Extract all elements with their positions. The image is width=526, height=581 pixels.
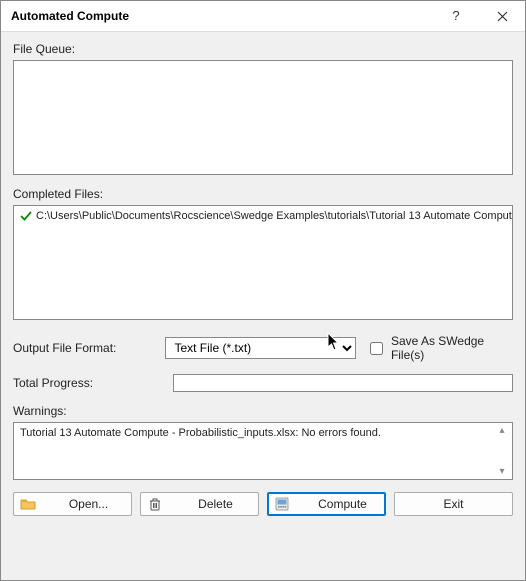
folder-open-icon (20, 496, 36, 512)
save-as-swedge-checkbox[interactable]: Save As SWedge File(s) (366, 334, 513, 362)
close-button[interactable] (479, 1, 525, 32)
file-queue-label: File Queue: (13, 42, 513, 56)
delete-button-label: Delete (179, 497, 252, 511)
completed-files-label: Completed Files: (13, 187, 513, 201)
open-button-label: Open... (52, 497, 125, 511)
file-queue-list[interactable] (13, 60, 513, 175)
compute-button-label: Compute (306, 497, 379, 511)
button-row: Open... Delete Compute Exit (13, 490, 513, 522)
save-as-swedge-input[interactable] (370, 342, 383, 355)
total-progress-label: Total Progress: (13, 376, 163, 390)
exit-button[interactable]: Exit (394, 492, 513, 516)
help-button[interactable]: ? (433, 1, 479, 32)
compute-button[interactable]: Compute (267, 492, 386, 516)
checkmark-icon (20, 210, 32, 222)
output-format-select[interactable]: Text File (*.txt) (165, 337, 355, 359)
warnings-scroll[interactable]: ▴ ▾ (494, 425, 510, 477)
delete-button[interactable]: Delete (140, 492, 259, 516)
completed-files-list[interactable]: C:\Users\Public\Documents\Rocscience\Swe… (13, 205, 513, 320)
output-format-label: Output File Format: (13, 341, 155, 355)
chevron-down-icon: ▾ (499, 466, 504, 477)
titlebar: Automated Compute ? (1, 1, 525, 32)
trash-icon (147, 496, 163, 512)
list-item[interactable]: C:\Users\Public\Documents\Rocscience\Swe… (16, 208, 510, 224)
help-icon: ? (451, 9, 461, 23)
warnings-box: Tutorial 13 Automate Compute - Probabili… (13, 422, 513, 480)
open-button[interactable]: Open... (13, 492, 132, 516)
window-title: Automated Compute (11, 9, 433, 23)
chevron-up-icon: ▴ (499, 425, 504, 436)
close-icon (497, 11, 508, 22)
list-item-text: C:\Users\Public\Documents\Rocscience\Swe… (36, 210, 513, 222)
exit-button-label: Exit (401, 497, 506, 511)
svg-text:?: ? (452, 9, 459, 23)
warnings-text: Tutorial 13 Automate Compute - Probabili… (20, 427, 381, 439)
compute-icon (274, 496, 290, 512)
save-as-swedge-label: Save As SWedge File(s) (391, 334, 513, 362)
automated-compute-dialog: Automated Compute ? File Queue: Complete… (0, 0, 526, 581)
warnings-label: Warnings: (13, 404, 513, 418)
total-progress-bar (173, 374, 513, 392)
